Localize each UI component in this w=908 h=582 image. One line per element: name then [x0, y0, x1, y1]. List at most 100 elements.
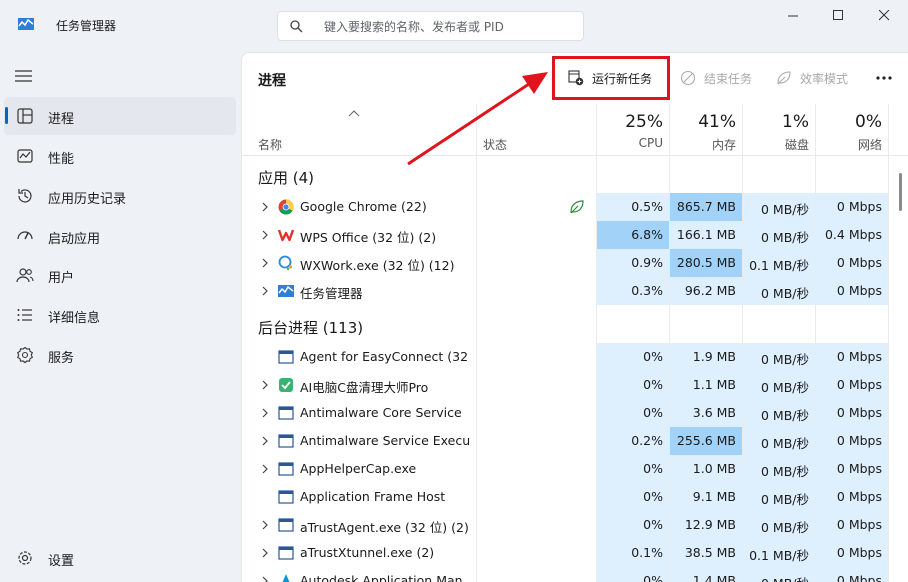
disk-cell: 0.1 MB/秒: [743, 539, 815, 567]
users-icon: [16, 268, 34, 283]
table-row[interactable]: aTrustAgent.exe (32 位) (2) 0% 12.9 MB 0 …: [242, 511, 888, 539]
menu-icon[interactable]: [15, 68, 33, 84]
cpu-cell: 0%: [597, 567, 669, 582]
disk-cell: 0 MB/秒: [743, 193, 815, 221]
chevron-right-icon[interactable]: [261, 286, 269, 296]
sidebar-item-settings[interactable]: 设置: [0, 539, 238, 577]
cpu-cell: 0%: [597, 455, 669, 483]
table-row[interactable]: Agent for EasyConnect (32 ... 0% 1.9 MB …: [242, 343, 888, 371]
more-icon[interactable]: [874, 68, 894, 88]
table-row[interactable]: Antimalware Core Service 0% 3.6 MB 0 MB/…: [242, 399, 888, 427]
app-window-icon: [278, 434, 294, 448]
efficiency-mode-label: 效率模式: [800, 72, 849, 86]
table-row[interactable]: Google Chrome (22) 0.5% 865.7 MB 0 MB/秒 …: [242, 193, 888, 221]
search-input[interactable]: 键入要搜索的名称、发布者或 PID: [277, 11, 584, 41]
process-name: Autodesk Application Man...: [300, 573, 470, 582]
table-row[interactable]: Autodesk Application Man... 0% 1.4 MB 0 …: [242, 567, 888, 582]
services-icon: [17, 346, 33, 364]
chevron-right-icon[interactable]: [261, 548, 269, 558]
memory-cell: 3.6 MB: [670, 399, 742, 427]
chevron-right-icon[interactable]: [261, 258, 269, 268]
settings-icon: [18, 551, 32, 565]
chevron-right-icon[interactable]: [261, 230, 269, 240]
cpu-cell: 0%: [597, 371, 669, 399]
chevron-right-icon[interactable]: [261, 576, 269, 582]
app-window-icon: [278, 350, 294, 364]
process-name: aTrustXtunnel.exe (2): [300, 545, 435, 560]
table-row[interactable]: WPS Office (32 位) (2) 6.8% 166.1 MB 0 MB…: [242, 221, 888, 249]
process-name: Google Chrome (22): [300, 199, 427, 214]
memory-cell: 865.7 MB: [670, 193, 742, 221]
close-button[interactable]: [863, 6, 907, 26]
active-indicator: [5, 107, 8, 124]
chrome-icon: [278, 199, 294, 215]
disk-cell: 0.1 MB/秒: [743, 249, 815, 277]
maximize-icon: [833, 10, 843, 20]
cleaner-icon: [279, 378, 293, 392]
network-cell: 0 Mbps: [816, 399, 888, 427]
column-name[interactable]: 名称: [258, 136, 282, 153]
column-divider: [888, 104, 889, 582]
sort-ascending-icon[interactable]: [348, 109, 360, 117]
table-row[interactable]: aTrustXtunnel.exe (2) 0.1% 38.5 MB 0.1 M…: [242, 539, 888, 567]
table-header: 名称 状态 25% CPU 41% 内存 1% 磁盘 0% 网络: [242, 104, 908, 156]
sidebar-item-label: 服务: [48, 351, 75, 366]
memory-cell: 9.1 MB: [670, 483, 742, 511]
network-cell: 0 Mbps: [816, 343, 888, 371]
sidebar-item-processes[interactable]: 进程: [4, 97, 236, 135]
title-bar: 任务管理器 键入要搜索的名称、发布者或 PID: [0, 0, 908, 52]
app-history-icon: [18, 189, 32, 203]
maximize-button[interactable]: [817, 6, 861, 26]
minimize-button[interactable]: [772, 6, 816, 26]
network-cell: 0 Mbps: [816, 511, 888, 539]
table-row[interactable]: AI电脑C盘清理大师Pro 0% 1.1 MB 0 MB/秒 0 Mbps: [242, 371, 888, 399]
minimize-icon: [788, 15, 798, 17]
table-row[interactable]: 任务管理器 0.3% 96.2 MB 0 MB/秒 0 Mbps: [242, 277, 888, 305]
sidebar-item-startup[interactable]: 启动应用: [0, 217, 238, 255]
disk-cell: 0 MB/秒: [743, 511, 815, 539]
sidebar-item-app-history[interactable]: 应用历史记录: [0, 177, 238, 215]
autodesk-icon: [282, 574, 290, 582]
sidebar-item-label: 启动应用: [48, 232, 101, 247]
memory-cell: 1.1 MB: [670, 371, 742, 399]
disk-total: 1%: [782, 112, 809, 132]
scrollbar-thumb[interactable]: [899, 173, 902, 211]
cpu-cell: 0.2%: [597, 427, 669, 455]
end-task-icon: [680, 70, 696, 86]
sidebar-item-details[interactable]: 详细信息: [0, 296, 238, 334]
column-network[interactable]: 网络: [816, 136, 882, 153]
network-cell: 0 Mbps: [816, 371, 888, 399]
table-row[interactable]: Application Frame Host 0% 9.1 MB 0 MB/秒 …: [242, 483, 888, 511]
network-cell: 0 Mbps: [816, 455, 888, 483]
chevron-right-icon[interactable]: [261, 380, 269, 390]
table-row[interactable]: Antimalware Service Execut... 0.2% 255.6…: [242, 427, 888, 455]
column-cpu[interactable]: CPU: [597, 136, 663, 150]
sidebar-item-users[interactable]: 用户: [0, 256, 238, 294]
chevron-right-icon[interactable]: [261, 436, 269, 446]
sidebar-item-services[interactable]: 服务: [0, 336, 238, 374]
memory-cell: 280.5 MB: [670, 249, 742, 277]
sidebar-item-performance[interactable]: 性能: [0, 137, 238, 175]
sidebar-item-label: 用户: [48, 271, 75, 286]
cpu-cell: 0%: [597, 399, 669, 427]
cpu-total: 25%: [625, 112, 663, 132]
column-memory[interactable]: 内存: [670, 136, 736, 153]
startup-icon: [17, 231, 33, 240]
process-name: aTrustAgent.exe (32 位) (2): [300, 520, 469, 535]
cpu-cell: 0.9%: [597, 249, 669, 277]
chevron-right-icon[interactable]: [261, 202, 269, 212]
table-row[interactable]: AppHelperCap.exe 0% 1.0 MB 0 MB/秒 0 Mbps: [242, 455, 888, 483]
cpu-cell: 6.8%: [597, 221, 669, 249]
disk-cell: 0 MB/秒: [743, 427, 815, 455]
column-disk[interactable]: 磁盘: [743, 136, 809, 153]
app-window-icon: [278, 406, 294, 420]
chevron-right-icon[interactable]: [261, 464, 269, 474]
disk-cell: 0 MB/秒: [743, 371, 815, 399]
network-cell: 0 Mbps: [816, 427, 888, 455]
wps-icon: [278, 229, 294, 242]
table-row[interactable]: WXWork.exe (32 位) (12) 0.9% 280.5 MB 0.1…: [242, 249, 888, 277]
chevron-right-icon[interactable]: [261, 408, 269, 418]
chevron-right-icon[interactable]: [261, 520, 269, 530]
sidebar-item-label: 设置: [48, 554, 75, 569]
disk-cell: 0 MB/秒: [743, 277, 815, 305]
